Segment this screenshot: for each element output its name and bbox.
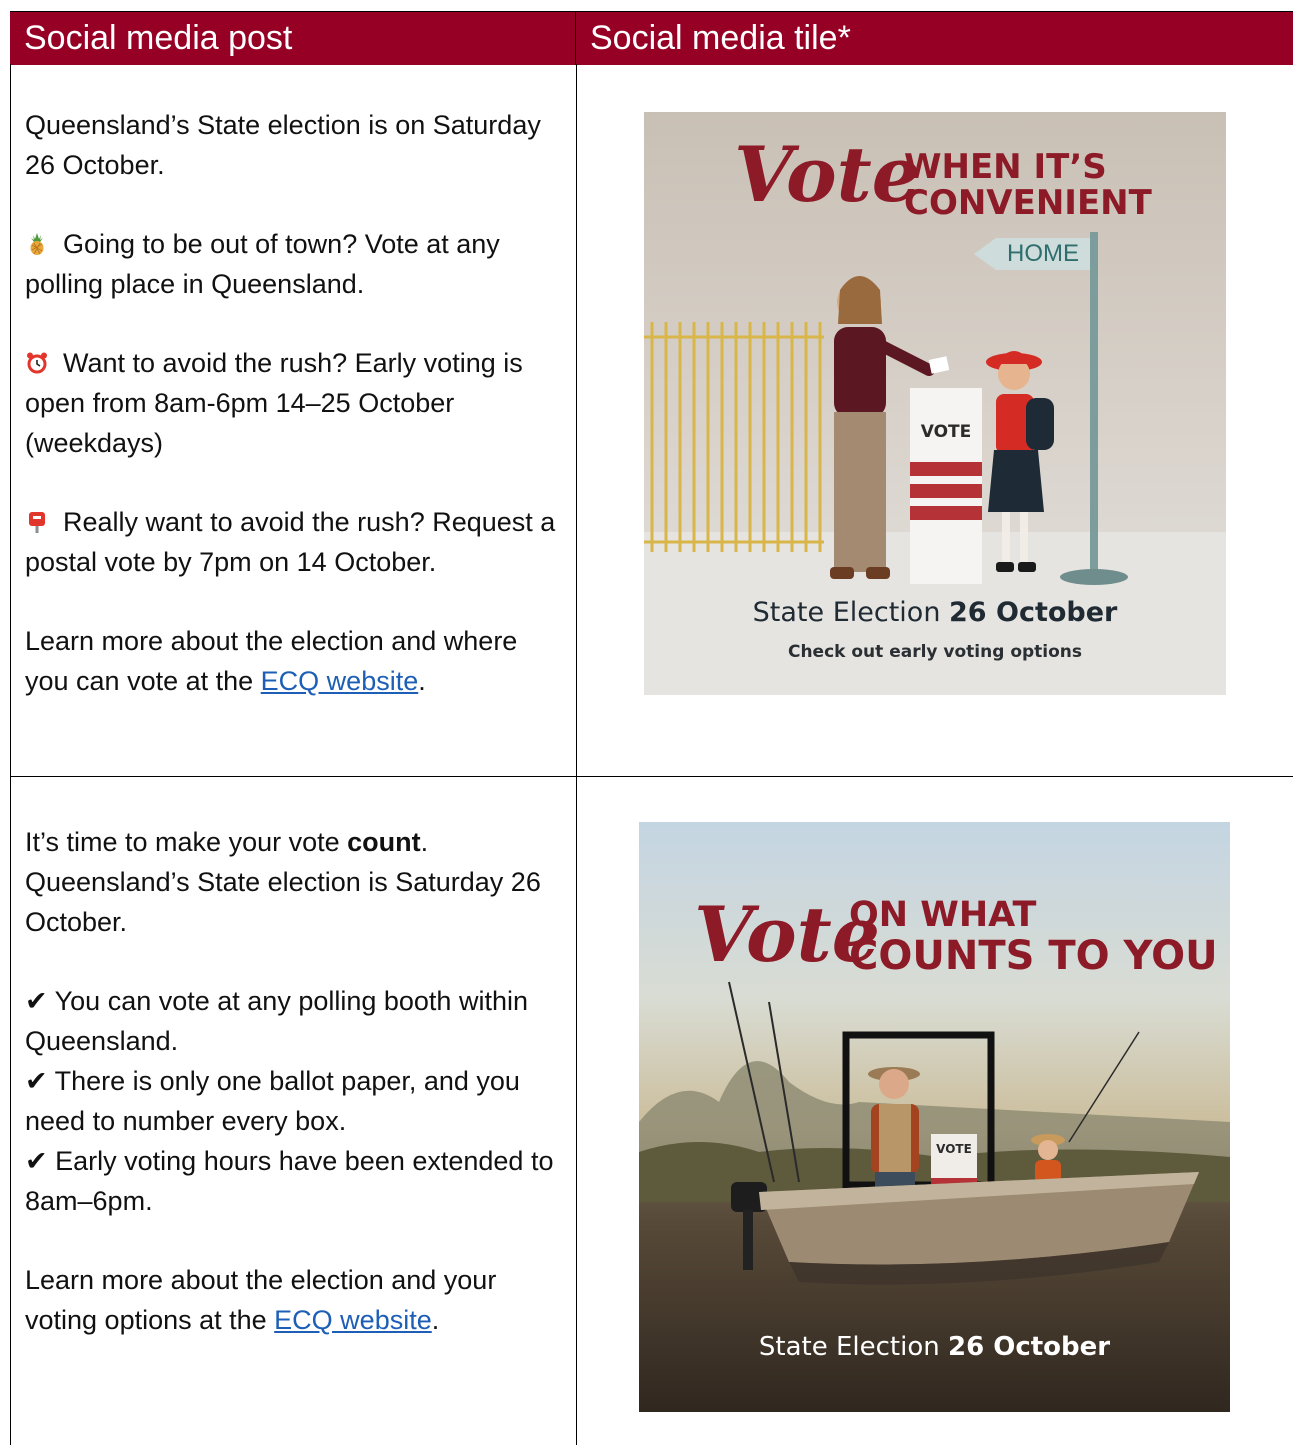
tile-2-election-label: State Election <box>758 1332 948 1362</box>
ecq-website-link[interactable]: ECQ website <box>261 666 419 696</box>
tile-1-vote-script: Vote <box>734 130 921 219</box>
tile-1-heading-line-2: CONVENIENT <box>904 183 1152 223</box>
post-1-postal-vote-text: Really want to avoid the rush? Request a… <box>25 507 556 577</box>
post-2-learn-more: Learn more about the election and your v… <box>25 1260 565 1340</box>
header-divider <box>575 12 576 65</box>
post-2-text: It’s time to make your vote count. Queen… <box>25 822 565 1340</box>
post-1-early-voting-text: Want to avoid the rush? Early voting is … <box>25 348 523 458</box>
column-header-post: Social media post <box>24 19 293 57</box>
social-tile-counts: Vote ON WHAT COUNTS TO YOU VOTE State El… <box>639 822 1230 1412</box>
table-header-row: Social media post Social media tile* <box>10 11 1293 65</box>
social-tile-convenient: Vote WHEN IT’S CONVENIENT HOME VOTE Stat… <box>644 112 1226 695</box>
post-2-learn-more-end: . <box>431 1305 440 1335</box>
post-1-early-voting: Want to avoid the rush? Early voting is … <box>25 343 565 463</box>
tile-1-election-date: State Election 26 October <box>644 597 1226 628</box>
post-1-intro: Queensland’s State election is on Saturd… <box>25 110 541 180</box>
tile-1-box-label: VOTE <box>920 422 972 442</box>
tile-1-early-voting-note: Check out early voting options <box>787 642 1083 662</box>
post-1-out-of-town: Going to be out of town? Vote at any pol… <box>25 224 565 304</box>
ecq-website-link[interactable]: ECQ website <box>274 1305 432 1335</box>
tile-1-election-label: State Election <box>752 597 950 628</box>
tile-1-home-sign: HOME <box>1007 240 1079 267</box>
post-2-checklist: ✔ You can vote at any polling booth with… <box>25 981 565 1221</box>
table-row-divider <box>10 776 1293 777</box>
table-column-divider <box>576 64 577 1445</box>
tile-1-election-day: 26 October <box>949 597 1118 628</box>
post-1-text: Queensland’s State election is on Saturd… <box>25 105 565 701</box>
column-header-tile: Social media tile* <box>590 19 851 57</box>
tile-1-heading-line-1: WHEN IT’S <box>904 147 1107 187</box>
tile-2-heading-line-1: ON WHAT <box>849 895 1037 935</box>
tile-2-election-date: State Election 26 October <box>639 1332 1230 1362</box>
checklist-item: ✔ Early voting hours have been extended … <box>25 1146 554 1216</box>
pineapple-icon <box>30 233 44 255</box>
tile-2-heading-line-2: COUNTS TO YOU <box>849 933 1218 979</box>
post-1-learn-more: Learn more about the election and where … <box>25 621 565 701</box>
alarm-clock-icon <box>27 352 47 374</box>
checklist-item: ✔ There is only one ballot paper, and yo… <box>25 1066 520 1136</box>
post-2-intro-bold: count <box>347 827 421 857</box>
table-left-border <box>10 64 11 1445</box>
post-1-postal-vote: Really want to avoid the rush? Request a… <box>25 502 565 582</box>
post-1-learn-more-end: . <box>418 666 426 696</box>
checklist-item: ✔ You can vote at any polling booth with… <box>25 986 528 1056</box>
post-2-intro-text: It’s time to make your vote <box>25 827 348 857</box>
tile-2-box-label: VOTE <box>936 1142 972 1156</box>
postbox-icon <box>29 512 45 533</box>
tile-2-election-day: 26 October <box>948 1332 1111 1362</box>
post-2-intro: It’s time to make your vote count. Queen… <box>25 822 565 942</box>
post-1-out-of-town-text: Going to be out of town? Vote at any pol… <box>25 229 500 299</box>
